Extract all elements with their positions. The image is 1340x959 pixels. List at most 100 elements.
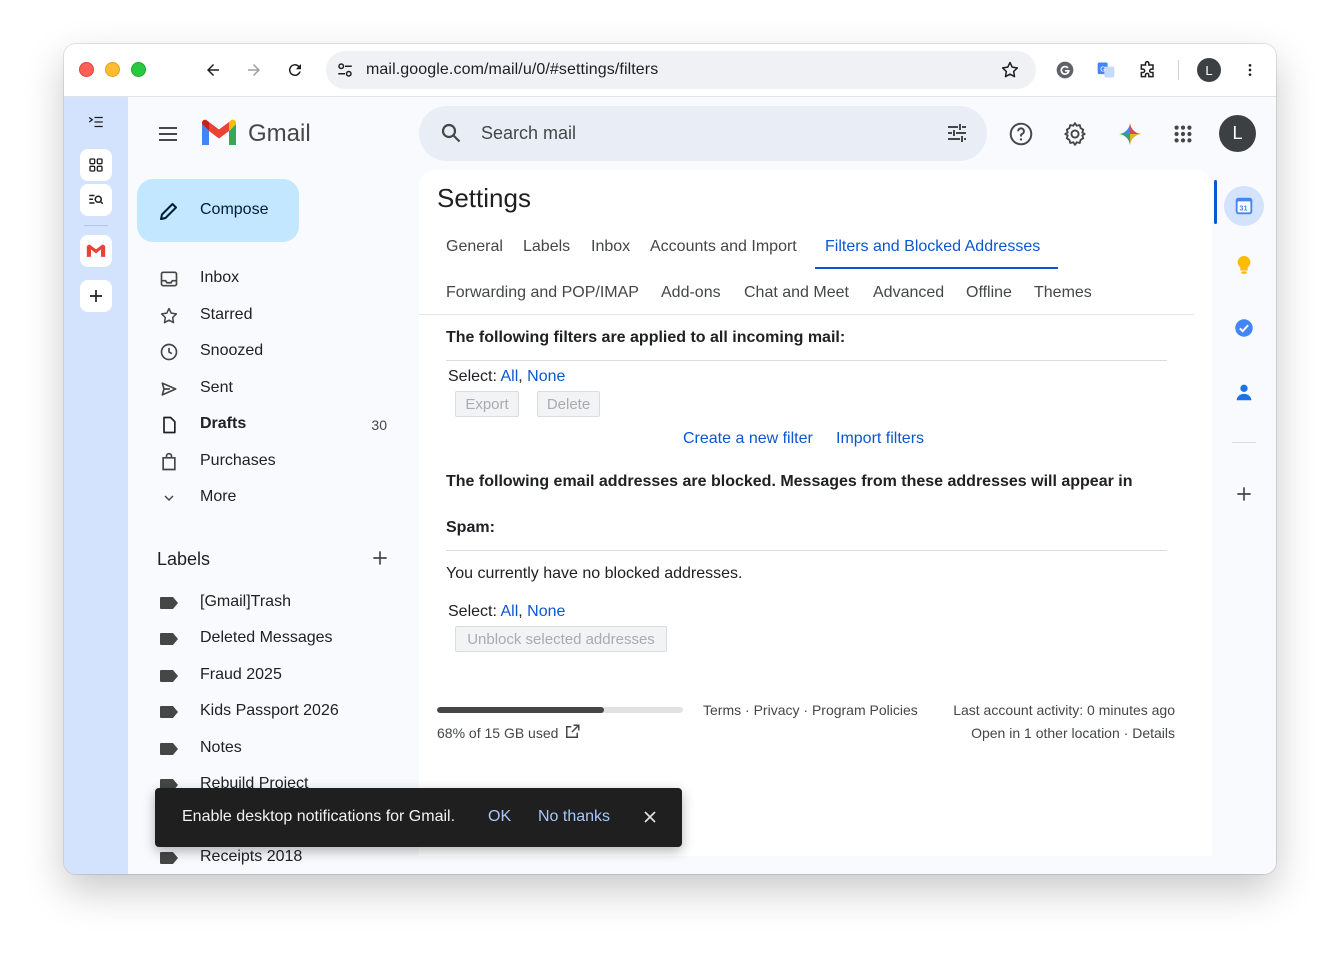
sidebar-item-purchases[interactable]: Purchases (146, 445, 406, 477)
apps-grid-rail-icon[interactable] (80, 149, 112, 181)
labels-heading: Labels (157, 549, 211, 569)
get-addons-plus-icon[interactable] (1228, 478, 1260, 510)
sidebar-item-label: Snoozed (200, 342, 264, 359)
account-avatar[interactable]: L (1219, 115, 1256, 152)
svg-text:G: G (1100, 65, 1106, 74)
extensions-puzzle-icon[interactable] (1136, 58, 1160, 82)
sidebar-item-starred[interactable]: Starred (146, 299, 406, 331)
minimize-window-button[interactable] (105, 62, 120, 77)
add-app-rail-icon[interactable] (80, 280, 112, 312)
tab-add-ons[interactable]: Add-ons (661, 284, 721, 302)
import-filters-link[interactable]: Import filters (836, 430, 924, 448)
program-policies-link[interactable]: Program Policies (812, 702, 918, 718)
tab-inbox[interactable]: Inbox (591, 238, 630, 256)
storage-usage-text: 68% of 15 GB used (437, 725, 559, 741)
sidebar-item-label: Inbox (200, 269, 240, 286)
snackbar-ok-button[interactable]: OK (488, 808, 511, 826)
create-filter-link[interactable]: Create a new filter (683, 430, 813, 448)
grammarly-extension-icon[interactable] (1053, 58, 1077, 82)
select-label: Select: (448, 368, 497, 385)
sidebar-item-inbox[interactable]: Inbox (146, 262, 406, 294)
label-tag-icon (158, 701, 180, 723)
contacts-person-icon[interactable] (1228, 376, 1260, 408)
close-icon[interactable] (640, 807, 660, 832)
search-bar[interactable]: Search mail (419, 106, 987, 161)
unblock-selected-button[interactable]: Unblock selected addresses (455, 626, 667, 652)
compose-button[interactable]: Compose (137, 179, 299, 242)
label-tag-icon (158, 738, 180, 760)
tab-filters-and-blocked-addresses[interactable]: Filters and Blocked Addresses (825, 238, 1040, 256)
help-icon[interactable] (1006, 119, 1036, 149)
browser-profile-avatar[interactable]: L (1197, 58, 1221, 82)
app-rail (64, 97, 128, 874)
sidebar-item-sent[interactable]: Sent (146, 372, 406, 404)
tab-advanced[interactable]: Advanced (873, 284, 944, 302)
search-input[interactable]: Search mail (481, 123, 576, 144)
address-bar[interactable]: mail.google.com/mail/u/0/#settings/filte… (326, 51, 1036, 89)
storage-usage-fill (437, 707, 605, 713)
tab-offline[interactable]: Offline (966, 284, 1012, 302)
browser-menu-icon[interactable] (1238, 58, 1262, 82)
maximize-window-button[interactable] (131, 62, 146, 77)
tab-forwarding-and-pop-imap[interactable]: Forwarding and POP/IMAP (446, 284, 639, 302)
sidebar-item-drafts[interactable]: Drafts 30 (146, 408, 406, 440)
label-name: Fraud 2025 (200, 666, 282, 683)
open-in-locations-text: Open in 1 other location (971, 725, 1120, 741)
select-all-link[interactable]: All (500, 368, 518, 385)
bookmark-star-icon[interactable] (1000, 60, 1020, 85)
gmail-wordmark[interactable]: Gmail (248, 120, 311, 148)
add-label-icon[interactable] (370, 548, 390, 573)
details-link[interactable]: Details (1132, 725, 1175, 741)
tab-labels[interactable]: Labels (523, 238, 570, 256)
filters-select-row: Select: All, None (448, 368, 565, 386)
back-arrow-icon[interactable] (200, 57, 226, 83)
close-window-button[interactable] (79, 62, 94, 77)
sidebar-item-snoozed[interactable]: Snoozed (146, 335, 406, 367)
google-apps-grid-icon[interactable] (1168, 119, 1198, 149)
select-label: Select: (448, 603, 497, 620)
gmail-logo-icon[interactable] (200, 118, 238, 153)
select-none-link[interactable]: None (527, 603, 565, 620)
site-settings-icon[interactable] (336, 61, 354, 84)
tab-themes[interactable]: Themes (1034, 284, 1092, 302)
settings-gear-icon[interactable] (1060, 119, 1090, 149)
snackbar-no-thanks-button[interactable]: No thanks (538, 808, 610, 826)
tabs-divider (419, 314, 1194, 315)
sidebar-item-label: Drafts (200, 415, 247, 432)
forward-arrow-icon[interactable] (241, 57, 267, 83)
terms-link[interactable]: Terms (703, 702, 741, 718)
select-all-link[interactable]: All (500, 603, 518, 620)
privacy-link[interactable]: Privacy (754, 702, 800, 718)
tab-chat-and-meet[interactable]: Chat and Meet (744, 284, 849, 302)
label-item[interactable]: [Gmail]Trash (146, 586, 406, 618)
tab-general[interactable]: General (446, 238, 503, 256)
open-external-icon[interactable] (563, 723, 581, 746)
calendar-icon[interactable]: 31 (1224, 186, 1264, 226)
main-menu-icon[interactable] (156, 122, 180, 151)
label-tag-icon (158, 628, 180, 650)
collapse-rail-icon[interactable] (80, 106, 112, 138)
section-divider (446, 360, 1167, 361)
separator-dot: · (745, 702, 750, 718)
gemini-sparkle-icon[interactable] (1115, 119, 1145, 149)
delete-button[interactable]: Delete (537, 391, 600, 417)
label-item[interactable]: Notes (146, 732, 406, 764)
select-none-link[interactable]: None (527, 368, 565, 385)
label-item[interactable]: Kids Passport 2026 (146, 695, 406, 727)
search-icon[interactable] (439, 121, 463, 150)
gmail-rail-icon[interactable] (80, 235, 112, 267)
sidebar-item-label: Sent (200, 379, 233, 396)
blocked-heading: The following email addresses are blocke… (446, 473, 1133, 490)
tab-accounts-and-import[interactable]: Accounts and Import (650, 238, 797, 256)
label-item[interactable]: Deleted Messages (146, 622, 406, 654)
label-item[interactable]: Fraud 2025 (146, 659, 406, 691)
export-button[interactable]: Export (455, 391, 519, 417)
url-text[interactable]: mail.google.com/mail/u/0/#settings/filte… (366, 61, 658, 79)
search-list-rail-icon[interactable] (80, 184, 112, 216)
tasks-check-icon[interactable] (1228, 312, 1260, 344)
translate-extension-icon[interactable]: G (1094, 58, 1118, 82)
keep-bulb-icon[interactable] (1228, 249, 1260, 281)
sidebar-item-more[interactable]: More (146, 481, 406, 513)
search-options-icon[interactable] (945, 121, 969, 150)
reload-icon[interactable] (282, 57, 308, 83)
